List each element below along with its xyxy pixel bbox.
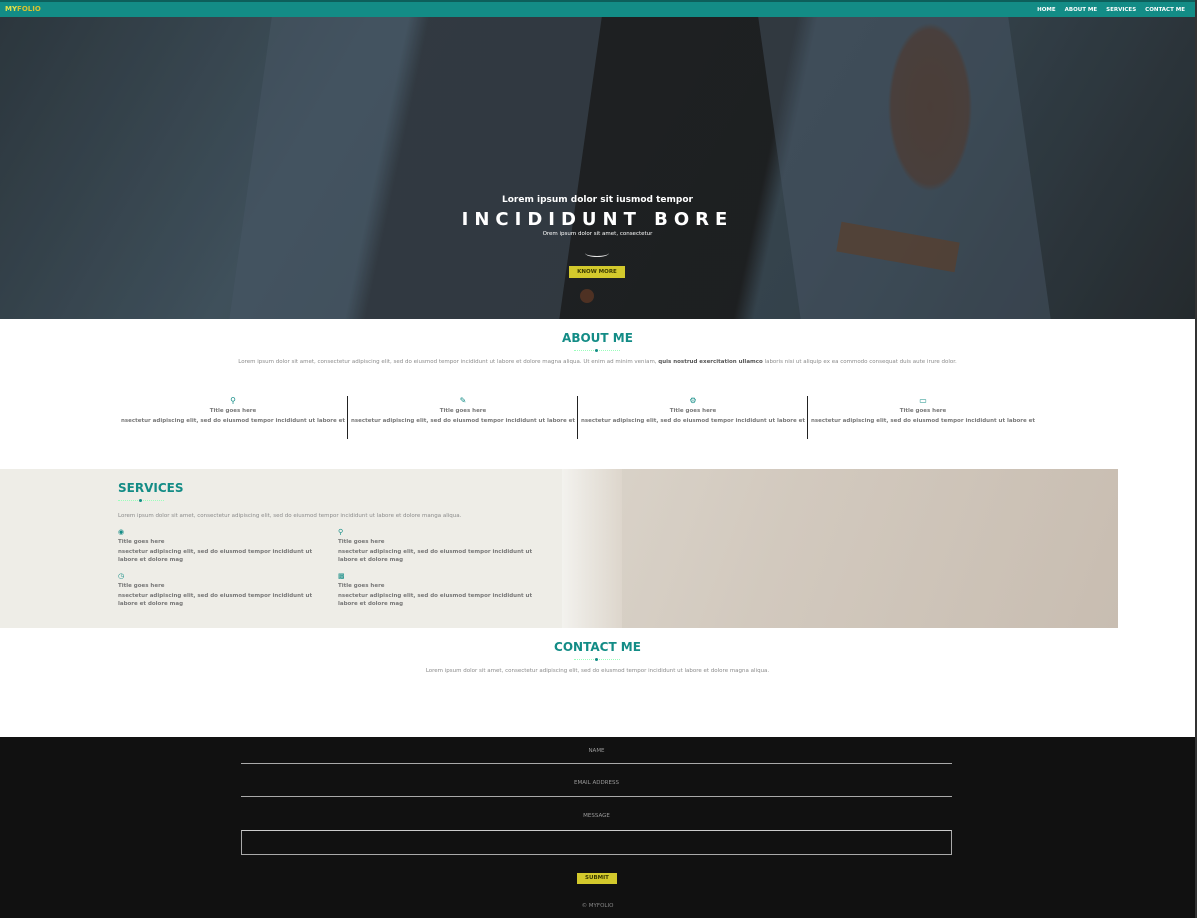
nav-item-about[interactable]: ABOUT ME <box>1065 7 1098 13</box>
service-text: nsectetur adipiscing elit, sed do eiusmo… <box>338 549 533 563</box>
brand-logo-part2: FOLIO <box>17 5 41 13</box>
hero-small-text: Orem ipsum dolor sit amet, consectetur <box>542 231 653 237</box>
service-title: Title goes here <box>338 583 385 589</box>
about-description-bold: quis nostrud exercitation ullamco <box>658 359 763 365</box>
copyright-text: © MYFOLIO <box>581 903 614 909</box>
contact-title: CONTACT ME <box>554 640 641 654</box>
brand-logo-part1: MY <box>5 5 18 13</box>
feature-text: nsectetur adipiscing elit, sed do eiusmo… <box>350 418 576 424</box>
feature-item: ⚙ Title goes here nsectetur adipiscing e… <box>578 396 808 426</box>
message-placeholder: MESSAGE <box>583 813 610 819</box>
email-placeholder: EMAIL ADDRESS <box>574 780 619 786</box>
service-text: nsectetur adipiscing elit, sed do eiusmo… <box>118 549 313 563</box>
nav-item-services[interactable]: SERVICES <box>1106 7 1136 13</box>
laptop-icon: ▭ <box>919 396 927 405</box>
service-title: Title goes here <box>338 539 385 545</box>
feature-text: nsectetur adipiscing elit, sed do eiusmo… <box>580 418 806 424</box>
service-item: ▩ Title goes here nsectetur adipiscing e… <box>338 572 538 608</box>
service-title: Title goes here <box>118 539 165 545</box>
name-field[interactable]: NAME <box>241 748 952 764</box>
email-field[interactable]: EMAIL ADDRESS <box>241 780 952 797</box>
hero-banner: Lorem ipsum dolor sit iusmod tempor INCI… <box>0 17 1195 319</box>
contact-separator <box>574 658 620 661</box>
pencil-icon: ✎ <box>459 396 467 405</box>
feature-title: Title goes here <box>439 408 487 414</box>
bar-chart-icon: ▩ <box>338 572 345 580</box>
lightbulb-icon: ⚲ <box>230 396 236 405</box>
services-image <box>562 469 1118 628</box>
about-description-start: Lorem ipsum dolor sit amet, consectetur … <box>238 359 659 365</box>
about-description: Lorem ipsum dolor sit amet, consectetur … <box>0 359 1195 365</box>
search-icon: ⚲ <box>338 528 344 536</box>
nav-menu: HOME ABOUT ME SERVICES CONTACT ME <box>1037 7 1185 13</box>
about-title: ABOUT ME <box>562 331 633 345</box>
services-title: SERVICES <box>118 481 184 495</box>
brand-logo[interactable]: MYFOLIO <box>5 5 41 13</box>
hero-divider-icon <box>585 249 609 257</box>
message-label-area: MESSAGE <box>241 813 952 830</box>
feature-item: ✎ Title goes here nsectetur adipiscing e… <box>348 396 578 426</box>
nav-item-home[interactable]: HOME <box>1037 7 1056 13</box>
name-placeholder: NAME <box>588 748 605 754</box>
service-item: ◷ Title goes here nsectetur adipiscing e… <box>118 572 318 608</box>
nav-item-contact[interactable]: CONTACT ME <box>1145 7 1185 13</box>
services-separator <box>118 499 164 502</box>
feature-title: Title goes here <box>899 408 947 414</box>
submit-button[interactable]: SUBMIT <box>577 873 617 884</box>
feature-item: ⚲ Title goes here nsectetur adipiscing e… <box>118 396 348 426</box>
hero-title: INCIDIDUNT BORE <box>461 209 734 230</box>
message-textarea[interactable] <box>241 830 952 855</box>
services-description: Lorem ipsum dolor sit amet, consectetur … <box>118 513 462 519</box>
feature-text: nsectetur adipiscing elit, sed do eiusmo… <box>810 418 1036 424</box>
about-description-end: laboris nisi ut aliquip ex ea commodo co… <box>762 359 957 365</box>
service-title: Title goes here <box>118 583 165 589</box>
service-item: ◉ Title goes here nsectetur adipiscing e… <box>118 528 318 564</box>
globe-icon: ◉ <box>118 528 125 536</box>
service-text: nsectetur adipiscing elit, sed do eiusmo… <box>338 593 533 607</box>
contact-description: Lorem ipsum dolor sit amet, consectetur … <box>425 668 770 674</box>
service-text: nsectetur adipiscing elit, sed do eiusmo… <box>118 593 313 607</box>
feature-text: nsectetur adipiscing elit, sed do eiusmo… <box>120 418 346 424</box>
know-more-button[interactable]: KNOW MORE <box>569 266 625 278</box>
feature-title: Title goes here <box>669 408 717 414</box>
hero-subtitle: Lorem ipsum dolor sit iusmod tempor <box>502 195 693 205</box>
service-item: ⚲ Title goes here nsectetur adipiscing e… <box>338 528 538 564</box>
clock-icon: ◷ <box>118 572 125 580</box>
top-navbar: MYFOLIO HOME ABOUT ME SERVICES CONTACT M… <box>0 0 1195 17</box>
feature-title: Title goes here <box>209 408 257 414</box>
feature-item: ▭ Title goes here nsectetur adipiscing e… <box>808 396 1038 426</box>
about-separator <box>574 349 620 352</box>
gear-icon: ⚙ <box>689 396 697 405</box>
